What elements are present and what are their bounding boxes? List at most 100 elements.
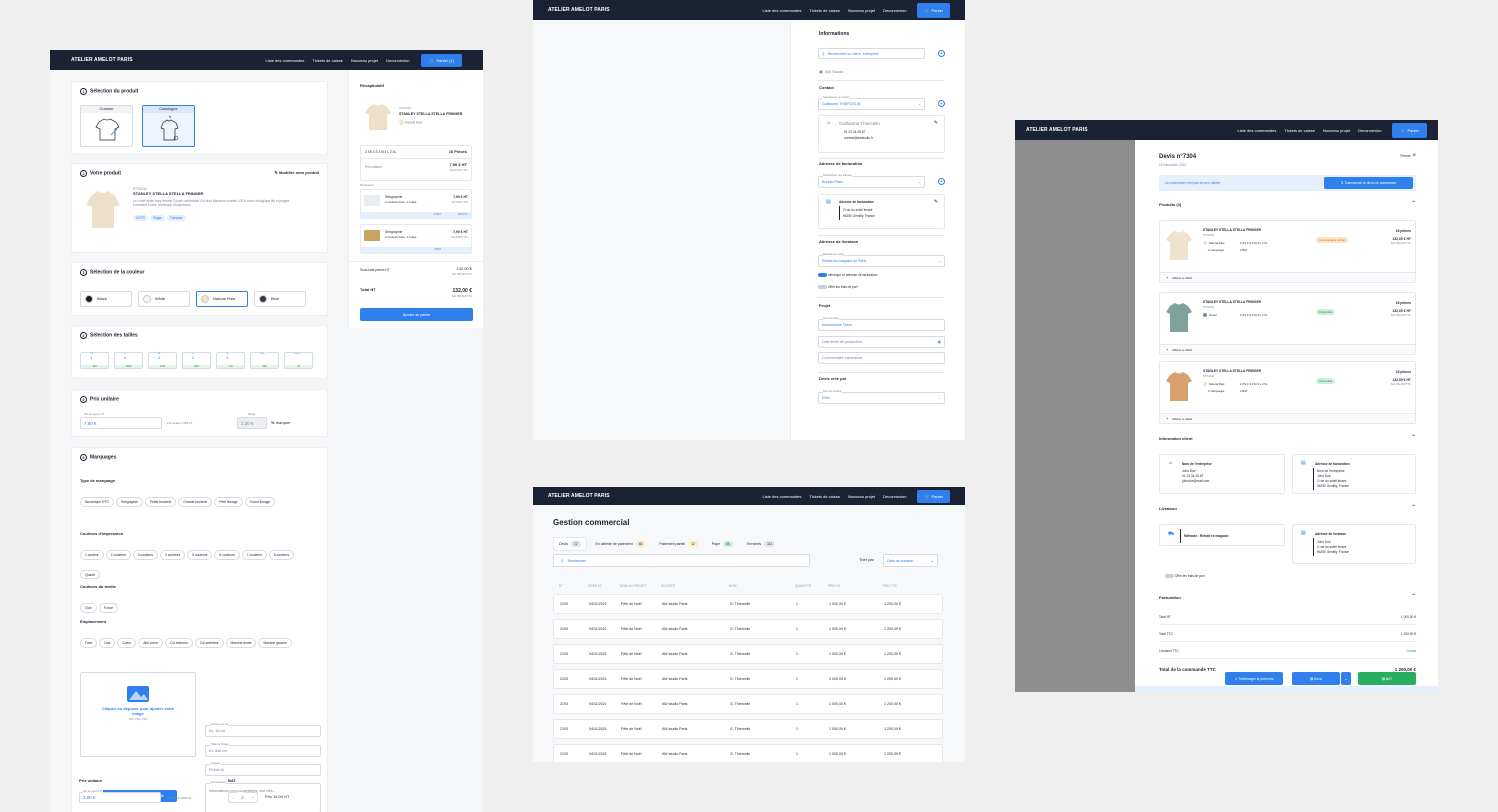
chevron-up-icon[interactable]: ⌃ bbox=[1411, 593, 1416, 600]
chip-option[interactable]: Quadri bbox=[80, 570, 100, 580]
unit-price-input[interactable]: 7,90 € bbox=[80, 417, 162, 429]
nav-link-logout[interactable]: Deconnexion bbox=[386, 58, 409, 63]
comment-field[interactable]: Informations complémentaires, mot clés..… bbox=[205, 783, 321, 812]
brand-logo[interactable]: ATELIER AMELOT PARIS bbox=[1026, 127, 1088, 133]
nav-link-orders[interactable]: Liste des commandes bbox=[1238, 128, 1277, 133]
status-tab[interactable]: Devis 12 bbox=[553, 537, 587, 551]
chevron-up-icon[interactable]: ⌃ bbox=[1411, 504, 1416, 511]
close-button[interactable]: Fermer × bbox=[1400, 153, 1416, 159]
cart-button[interactable]: 🛒 Panier bbox=[917, 489, 950, 503]
nav-link-new-project[interactable]: Nouveau projet bbox=[848, 494, 875, 499]
nav-link-orders[interactable]: Liste des commandes bbox=[763, 494, 802, 499]
layers-field[interactable]: Fichier AI bbox=[205, 764, 321, 776]
nav-link-logout[interactable]: Deconnexion bbox=[1358, 128, 1381, 133]
chip-option[interactable]: 4 couleurs bbox=[160, 550, 186, 560]
size-cell[interactable]: XXL 365 bbox=[250, 352, 279, 369]
chip-option[interactable]: Foncé bbox=[98, 603, 118, 613]
table-row[interactable]: 2193 04/11/2021 Fête de Noël AW studio Pari… bbox=[553, 619, 943, 639]
cart-button[interactable]: 🛒 Panier bbox=[917, 2, 950, 18]
nav-link-tickets[interactable]: Tickets de caisse bbox=[312, 58, 343, 63]
add-address-icon[interactable]: + bbox=[938, 178, 945, 185]
brand-logo[interactable]: ATELIER AMELOT PARIS bbox=[71, 57, 133, 63]
size-cell[interactable]: XXXL 34 bbox=[284, 352, 313, 369]
table-row[interactable]: 2193 04/11/2021 Fête de Noël AW studio Pari… bbox=[553, 744, 943, 762]
chip-option[interactable]: Coeur bbox=[117, 638, 137, 648]
nav-link-new-project[interactable]: Nouveau projet bbox=[351, 58, 378, 63]
status-tab[interactable]: Payé 34 bbox=[707, 537, 738, 551]
brand-logo[interactable]: ATELIER AMELOT PARIS bbox=[548, 7, 610, 13]
nav-link-tickets[interactable]: Tickets de caisse bbox=[1284, 128, 1315, 133]
contact-select[interactable]: Guillaume THIERCELIN ⌄ bbox=[818, 98, 925, 110]
status-tab[interactable]: Paiement partiel 12 bbox=[654, 537, 703, 551]
table-row[interactable]: 2193 04/11/2021 Fête de Noël AW studio Pari… bbox=[553, 644, 943, 664]
order-search-input[interactable]: ⚲ Rechercher bbox=[553, 554, 810, 567]
show-detail-toggle[interactable]: + Afficher le détail bbox=[1160, 413, 1415, 423]
transform-button[interactable]: ⇅ Transformer le devis en commande bbox=[1324, 177, 1413, 189]
chip-option[interactable]: Numérique DTG bbox=[80, 497, 115, 507]
chip-option[interactable]: 2 couleurs bbox=[105, 550, 131, 560]
nav-link-new-project[interactable]: Nouveau projet bbox=[848, 8, 875, 13]
chip-option[interactable]: Petit flocage bbox=[214, 497, 243, 507]
chip-option[interactable]: Grand flocage bbox=[244, 497, 276, 507]
pencil-icon[interactable]: ✎ bbox=[934, 120, 938, 126]
neck-distance-field[interactable]: Ex. 10 cm bbox=[205, 725, 321, 737]
bat-button[interactable]: ▤ BAT bbox=[1358, 672, 1416, 685]
order-comment-input[interactable]: Commentaire commande bbox=[818, 352, 945, 364]
add-contact-icon[interactable]: + bbox=[938, 100, 945, 107]
chip-option[interactable]: Sérigraphie bbox=[116, 497, 143, 507]
seller-select[interactable]: Elise ⌄ bbox=[818, 392, 945, 404]
chevron-up-icon[interactable]: ⌃ bbox=[1411, 434, 1416, 441]
devis-dropdown-button[interactable]: ⌄ bbox=[1341, 672, 1351, 685]
nav-link-tickets[interactable]: Tickets de caisse bbox=[809, 494, 840, 499]
brand-logo[interactable]: ATELIER AMELOT PARIS bbox=[548, 493, 610, 499]
project-name-input[interactable]: Anniversaire Team bbox=[818, 319, 945, 331]
color-option[interactable]: White bbox=[138, 291, 190, 307]
add-client-icon[interactable]: + bbox=[938, 50, 945, 57]
size-cell[interactable]: XL 1 716 bbox=[216, 352, 245, 369]
marking-price-input[interactable]: 3,90 € bbox=[79, 792, 161, 803]
chip-option[interactable]: 6 couleurs bbox=[214, 550, 240, 560]
image-size-field[interactable]: Ex. 8x8 cm bbox=[205, 745, 321, 757]
color-option[interactable]: Blue bbox=[254, 291, 306, 307]
chip-option[interactable]: 8 couleurs bbox=[268, 550, 295, 560]
production-date-input[interactable]: Date limite de production ▦ bbox=[818, 336, 945, 348]
option-custom[interactable]: Custom bbox=[80, 105, 133, 147]
cart-button[interactable]: 🛒 Panier (1) bbox=[421, 53, 462, 67]
cart-button[interactable]: 🛒 Panier bbox=[1392, 122, 1427, 138]
nav-link-tickets[interactable]: Tickets de caisse bbox=[809, 8, 840, 13]
pencil-icon[interactable]: ✎ bbox=[934, 199, 938, 205]
show-detail-toggle[interactable]: + Afficher le détail bbox=[1160, 272, 1415, 282]
chevron-up-icon[interactable]: ⌃ bbox=[1411, 200, 1416, 207]
size-cell[interactable]: XS 1 430 bbox=[80, 352, 109, 369]
chip-option[interactable]: 3 couleurs bbox=[132, 550, 159, 560]
devis-button[interactable]: ▤ Devis bbox=[1292, 672, 1340, 685]
billing-select[interactable]: Bureau Paris ⌄ bbox=[818, 176, 925, 188]
chip-option[interactable]: Petite broderie bbox=[144, 497, 177, 507]
chip-option[interactable]: Grande broderie bbox=[178, 497, 213, 507]
table-row[interactable]: 2193 04/11/2021 Fête de Noël AW studio Pari… bbox=[553, 669, 943, 689]
chip-option[interactable]: 5 couleurs bbox=[187, 550, 213, 560]
chip-option[interactable]: Manche gauche bbox=[258, 638, 292, 648]
chip-option[interactable]: Col intérieur bbox=[165, 638, 193, 648]
nav-link-logout[interactable]: Deconnexion bbox=[883, 494, 906, 499]
calendar-icon[interactable]: ▦ bbox=[938, 340, 941, 344]
chip-option[interactable]: Clair bbox=[80, 603, 97, 613]
status-tab[interactable]: Terminés 112 bbox=[742, 537, 781, 551]
chip-option[interactable]: 1 couleur bbox=[80, 550, 104, 560]
bat-quantity-stepper[interactable]: -2 + bbox=[228, 792, 258, 803]
nav-link-orders[interactable]: Liste des commandes bbox=[763, 8, 802, 13]
nav-link-orders[interactable]: Liste des commandes bbox=[266, 58, 305, 63]
add-to-cart-button[interactable]: Ajouter au panier bbox=[360, 308, 473, 321]
chip-option[interactable]: Face bbox=[80, 638, 98, 648]
edit-product-link[interactable]: ✎ Modifier mon produit bbox=[275, 170, 319, 176]
margin-input[interactable]: 2,20 € bbox=[237, 417, 267, 429]
option-catalogue[interactable]: Catalogue bbox=[142, 105, 195, 147]
sort-select[interactable]: Date de création ⌄ bbox=[883, 554, 938, 567]
table-row[interactable]: 2193 04/11/2021 Fête de Noël AW studio Pari… bbox=[553, 694, 943, 714]
nav-link-logout[interactable]: Deconnexion bbox=[883, 8, 906, 13]
image-dropzone[interactable]: Cliquez ou déposer pour ajouter votre im… bbox=[80, 672, 196, 757]
size-cell[interactable]: L 2 800 bbox=[182, 352, 211, 369]
nav-link-new-project[interactable]: Nouveau projet bbox=[1323, 128, 1350, 133]
chip-option[interactable]: Dos bbox=[99, 638, 116, 648]
table-row[interactable]: 2193 04/11/2021 Fête de Noël AW studio Pari… bbox=[553, 719, 943, 739]
